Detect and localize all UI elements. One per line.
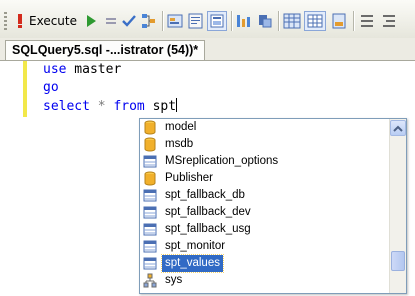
completion-label: model <box>165 121 197 133</box>
completion-label: spt_fallback_dev <box>165 206 251 218</box>
completion-item[interactable]: sys <box>140 272 390 289</box>
code-line-2[interactable]: go <box>43 80 59 96</box>
completion-item[interactable]: spt_fallback_db <box>140 187 390 204</box>
completion-item[interactable]: msdb <box>140 136 390 153</box>
typed-identifier: spt <box>144 99 177 114</box>
query-toolbar: Execute <box>0 0 415 39</box>
include-statistics-button[interactable] <box>207 11 227 31</box>
table-icon <box>143 240 157 253</box>
uncomment-button[interactable] <box>380 11 398 31</box>
completion-item[interactable]: spt_monitor <box>140 238 390 255</box>
parse-check-icon <box>122 15 136 27</box>
toolbar-grip[interactable] <box>4 12 7 30</box>
execute-icon <box>18 14 22 28</box>
client-stats-icon <box>237 15 250 27</box>
tab-sqlquery5[interactable]: SQLQuery5.sql -...istrator (54))* <box>5 40 206 60</box>
keyword-go: go <box>43 80 59 95</box>
chevron-up-icon <box>393 125 403 132</box>
table-icon <box>143 189 157 202</box>
debug-play-icon <box>87 15 96 27</box>
comment-icon <box>361 15 373 27</box>
schema-icon <box>143 273 157 288</box>
results-grid-toggle-button[interactable] <box>304 11 326 31</box>
keyword-select: select <box>43 99 90 114</box>
select-star: * <box>89 99 114 114</box>
database-icon <box>144 171 156 186</box>
display-plan-button[interactable] <box>140 11 158 31</box>
database-icon <box>144 137 156 152</box>
results-to-grid-button[interactable] <box>282 11 302 31</box>
completion-label: spt_fallback_db <box>165 189 245 201</box>
intellisense-completion-list[interactable]: model msdb MSreplication_options Publish… <box>139 118 407 294</box>
keyword-use: use <box>43 62 67 77</box>
table-icon <box>143 206 157 219</box>
changed-lines-marker <box>23 61 27 117</box>
toolbar-separator <box>353 11 354 31</box>
grid-toggle-icon <box>307 14 323 28</box>
completion-label: Publisher <box>165 172 213 184</box>
completion-item[interactable]: Publisher <box>140 170 390 187</box>
database-name-master: master <box>66 62 122 77</box>
comment-button[interactable] <box>358 11 376 31</box>
completion-item-selected[interactable]: spt_values <box>140 254 390 273</box>
results-to-grid-icon <box>283 13 301 29</box>
database-icon <box>144 120 156 135</box>
completion-label: sys <box>165 274 183 286</box>
results-to-file-button[interactable] <box>256 11 274 31</box>
completion-item[interactable]: MSreplication_options <box>140 153 390 170</box>
results-to-text-button[interactable] <box>187 11 205 31</box>
uncomment-icon <box>383 15 395 27</box>
completion-item[interactable]: model <box>140 119 390 136</box>
completion-scrollbar[interactable] <box>389 119 406 293</box>
table-icon <box>143 223 157 236</box>
completion-item[interactable]: spt_fallback_usg <box>140 221 390 238</box>
document-tab-strip: SQLQuery5.sql -...istrator (54))* <box>0 38 415 61</box>
keyword-from: from <box>113 99 145 114</box>
display-plan-icon <box>142 14 155 28</box>
results-to-text-icon <box>188 13 203 29</box>
toolbar-separator <box>278 11 279 31</box>
execute-label: Execute <box>29 14 77 28</box>
completion-label: spt_values <box>161 254 224 273</box>
completion-label: spt_fallback_usg <box>165 223 251 235</box>
stop-icon <box>106 18 116 24</box>
table-icon <box>143 155 157 168</box>
results-to-file-icon <box>259 15 272 28</box>
code-line-1[interactable]: use master <box>43 62 121 78</box>
completion-label: spt_monitor <box>165 240 226 252</box>
client-stats-button[interactable] <box>235 11 253 31</box>
code-line-3[interactable]: select * from spt <box>43 98 178 115</box>
query-designer-button[interactable] <box>166 11 184 31</box>
toolbar-separator <box>162 11 163 31</box>
completion-item[interactable]: spt_fallback_dev <box>140 204 390 221</box>
stop-button[interactable] <box>103 11 119 31</box>
scroll-up-button[interactable] <box>390 120 406 136</box>
parse-button[interactable] <box>121 11 137 31</box>
scroll-thumb[interactable] <box>391 251 405 271</box>
results-to-file-alt-button[interactable] <box>329 11 349 31</box>
execute-button[interactable]: Execute <box>12 11 80 31</box>
completion-items: model msdb MSreplication_options Publish… <box>140 119 390 289</box>
results-file-icon <box>332 13 346 29</box>
query-designer-icon <box>167 14 183 28</box>
table-icon <box>143 257 157 270</box>
debug-play-button[interactable] <box>83 11 99 31</box>
include-statistics-icon <box>210 14 224 28</box>
text-caret <box>176 98 178 112</box>
completion-label: MSreplication_options <box>165 155 279 167</box>
toolbar-separator <box>231 11 232 31</box>
completion-label: msdb <box>165 138 194 150</box>
